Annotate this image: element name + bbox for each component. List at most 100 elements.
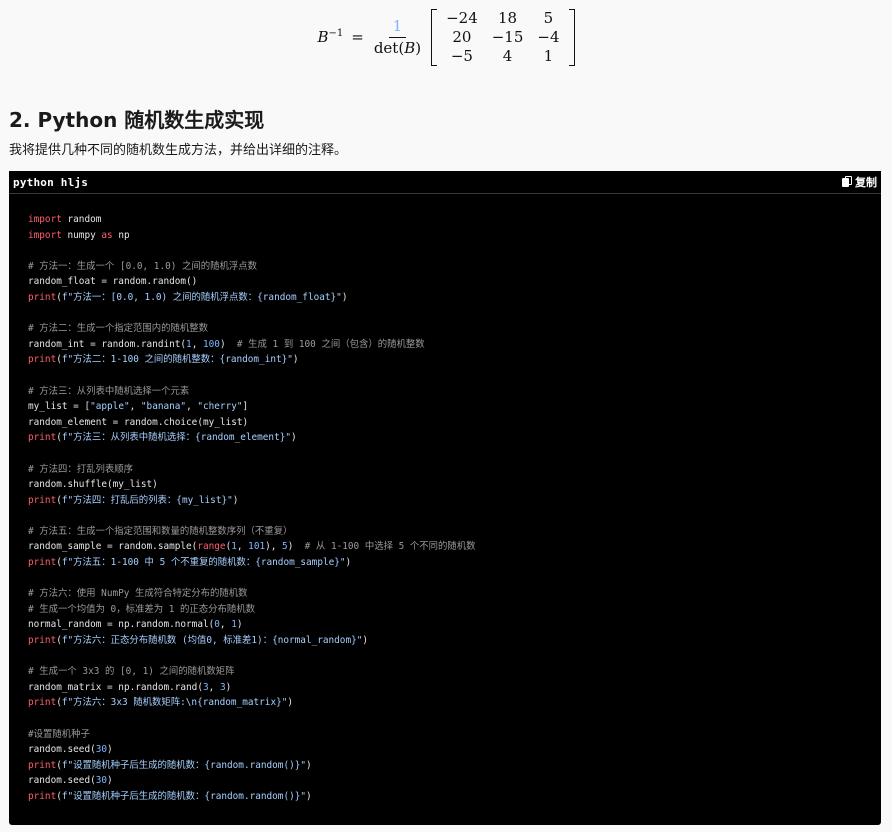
code-token: # 方法五：生成一个指定范围和数量的随机整数序列（不重复） — [28, 525, 293, 537]
code-line: random_sample = random.sample(range(1, 1… — [28, 539, 871, 555]
code-token: normal_random = np.random.normal( — [28, 619, 215, 631]
code-token: random.seed( — [28, 775, 96, 787]
code-token: 101 — [248, 541, 266, 553]
code-line: print(f"方法三：从列表中随机选择：{random_element}") — [28, 430, 871, 446]
adjugate-matrix: −24 18 5 20 −15 −4 −5 4 1 — [431, 8, 575, 66]
fraction-denominator: det(B) — [373, 38, 422, 57]
code-token: , — [236, 541, 249, 553]
code-token: range — [197, 541, 226, 553]
code-token: ) — [292, 354, 299, 366]
code-token: ) — [232, 494, 239, 506]
code-token: # 方法一：生成一个 [0.0, 1.0) 之间的随机浮点数 — [28, 260, 258, 272]
code-token: random.shuffle(my_list) — [28, 479, 158, 491]
code-token: ) — [287, 697, 294, 709]
copy-icon — [842, 176, 853, 188]
section-intro: 我将提供几种不同的随机数生成方法，并给出详细的注释。 — [9, 143, 348, 158]
code-token: np — [112, 229, 130, 241]
code-token: f"设置随机种子后生成的随机数：{random.random()}" — [61, 790, 307, 802]
code-line: # 生成一个 3x3 的 [0, 1) 之间的随机数矩阵 — [28, 664, 871, 680]
code-block-header: python hljs 复制 — [9, 171, 881, 194]
code-token: # 生成一个 3x3 的 [0, 1) 之间的随机数矩阵 — [28, 666, 235, 678]
matrix-row: −5 4 1 — [439, 47, 566, 66]
code-token: ) — [306, 790, 312, 802]
code-line: print(f"方法五：1-100 中 5 个不重复的随机数：{random_s… — [28, 555, 871, 571]
code-token: ) — [236, 619, 243, 631]
code-token: random_matrix = np.random.rand( — [28, 681, 203, 693]
code-token: # 方法三：从列表中随机选择一个元素 — [28, 385, 190, 397]
code-token: 30 — [95, 775, 108, 787]
code-token: import — [28, 214, 62, 225]
code-token: f"方法六：3x3 随机数矩阵:\n{random_matrix}" — [61, 697, 288, 709]
code-token: # 方法六：使用 NumPy 生成符合特定分布的随机数 — [28, 588, 248, 600]
code-token: ) — [219, 338, 237, 350]
code-token: random.seed( — [28, 744, 96, 756]
code-token: print — [28, 557, 57, 569]
code-line: random_matrix = np.random.rand(3, 3) — [28, 680, 871, 696]
code-token: numpy — [61, 229, 102, 241]
code-line: # 方法一：生成一个 [0.0, 1.0) 之间的随机浮点数 — [28, 259, 871, 275]
matrix-cell: −5 — [450, 46, 473, 65]
code-line: print(f"方法一：[0.0, 1.0) 之间的随机浮点数：{random_… — [28, 290, 871, 306]
code-content[interactable]: import random import numpy as np # 方法一：生成… — [28, 212, 871, 805]
fraction-numerator: 1 — [388, 17, 407, 38]
code-block: python hljs 复制 import random import numpy… — [9, 171, 881, 825]
code-line: # 方法五：生成一个指定范围和数量的随机整数序列（不重复） — [28, 524, 871, 540]
code-token: , — [208, 681, 220, 693]
matrix-cell: −15 — [491, 27, 524, 46]
code-token: print — [28, 494, 57, 506]
code-token: print — [28, 790, 57, 802]
code-line: import numpy as np — [28, 228, 871, 244]
matrix-cell: 20 — [452, 27, 472, 46]
formula-lhs: B−1 — [317, 28, 344, 46]
code-token: print — [28, 759, 57, 771]
matrix-cell: 1 — [543, 46, 554, 65]
code-token: ) — [291, 432, 297, 444]
code-token: as — [101, 229, 113, 241]
matrix-cell: 18 — [498, 8, 518, 27]
code-token: random_float = random.random() — [28, 276, 198, 288]
code-token: ) — [341, 291, 348, 303]
matrix-cell: 4 — [502, 46, 513, 65]
copy-code-button[interactable]: 复制 — [842, 174, 877, 190]
code-token: ), — [265, 541, 283, 553]
inverse-matrix-formula: B−1 = 1 det(B) −24 18 5 20 −15 −4 −5 4 1 — [0, 6, 892, 68]
code-token: f"方法二：1-100 之间的随机整数：{random_int}" — [61, 354, 293, 366]
code-token: "apple" — [90, 401, 130, 413]
code-line: # 方法三：从列表中随机选择一个元素 — [28, 384, 871, 400]
code-line: # 生成一个均值为 0，标准差为 1 的正态分布随机数 — [28, 602, 871, 618]
code-token: ] — [242, 401, 249, 413]
formula-equals: = — [351, 28, 364, 46]
code-token: # 生成 1 到 100 之间（包含）的随机整数 — [236, 338, 425, 350]
code-token: , — [129, 401, 141, 413]
code-token: # 生成一个均值为 0，标准差为 1 的正态分布随机数 — [28, 603, 256, 615]
code-token: f"方法五：1-100 中 5 个不重复的随机数：{random_sample}… — [61, 557, 346, 569]
code-token: ) — [345, 557, 352, 569]
code-token: ) — [287, 541, 305, 553]
code-line: random_element = random.choice(my_list) — [28, 415, 871, 431]
code-token: ) — [362, 635, 369, 647]
code-token: ) — [107, 744, 113, 756]
code-line: print(f"方法六：正态分布随机数 (均值0, 标准差1)：{normal_… — [28, 633, 871, 649]
code-token: f"设置随机种子后生成的随机数：{random.random()}" — [61, 759, 307, 771]
code-line: # 方法四：打乱列表顺序 — [28, 462, 871, 478]
code-token: "banana" — [140, 401, 187, 413]
code-line: # 方法六：使用 NumPy 生成符合特定分布的随机数 — [28, 586, 871, 602]
code-token: random_int = random.randint( — [28, 338, 187, 350]
section-heading: 2. Python 随机数生成实现 — [9, 108, 265, 132]
code-token: print — [28, 354, 57, 366]
code-line: print(f"方法六：3x3 随机数矩阵:\n{random_matrix}"… — [28, 695, 871, 711]
code-line: random.seed(30) — [28, 742, 871, 758]
matrix-cell: −24 — [446, 8, 478, 27]
code-token: # 从 1-100 中选择 5 个不同的随机数 — [304, 541, 476, 553]
code-token: ) — [107, 775, 113, 787]
matrix-cell: −4 — [537, 27, 560, 46]
code-token: ) — [306, 759, 312, 771]
code-token: , — [186, 401, 198, 413]
code-line: random.seed(30) — [28, 773, 871, 789]
